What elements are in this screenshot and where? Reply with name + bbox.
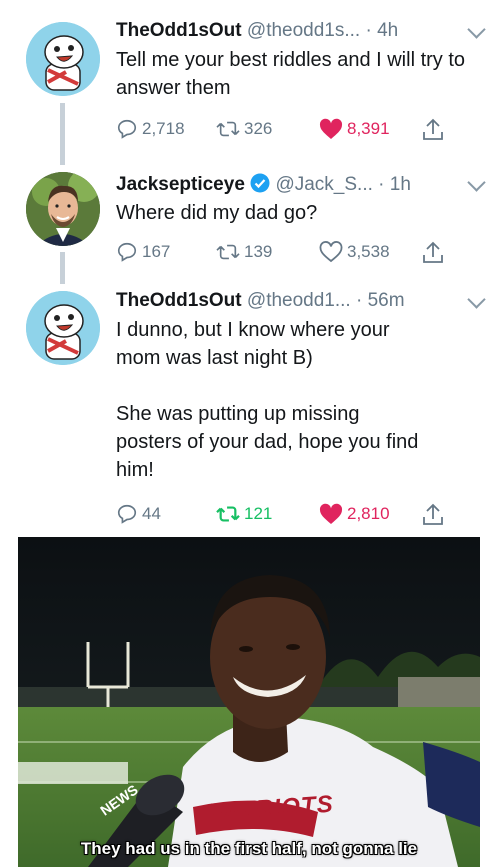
user-handle[interactable]: @theodd1s... [247,20,360,41]
tweet-text-line: I dunno, but I know where your [116,319,390,341]
tweet-text-line: mom was last night B) [116,347,313,369]
user-handle[interactable]: @Jack_S... [275,174,372,195]
retweet-icon [216,244,240,260]
retweet-icon [216,506,240,522]
retweet-button[interactable]: 326 [216,118,272,140]
tweet-actions: 167 139 3,538 [116,241,476,267]
retweet-button[interactable]: 139 [216,241,272,263]
tweet-text: Tell me your best riddles and I will try… [116,49,466,99]
tweet-actions: 44 121 2,810 [116,503,476,529]
user-handle[interactable]: @theodd1... [247,290,351,311]
attached-image[interactable]: NEWS PATRIOTS They had us in the first h… [18,537,480,867]
reply-icon [117,119,137,139]
display-name[interactable]: TheOdd1sOut [116,290,242,311]
reply-button[interactable]: 44 [116,503,161,525]
reply-count: 167 [142,242,171,261]
like-count: 2,810 [347,504,390,523]
reply-count: 44 [142,504,161,523]
avatar[interactable] [26,291,100,365]
like-button[interactable]: 8,391 [319,118,390,140]
timestamp[interactable]: · 56m [356,290,405,311]
retweet-count: 139 [244,242,273,261]
reply-button[interactable]: 2,718 [116,118,185,140]
like-button[interactable]: 2,810 [319,503,390,525]
tweet-3[interactable]: TheOdd1sOut @theodd1... · 56m I dunno, b… [0,280,497,535]
avatar[interactable] [26,22,100,96]
retweet-button[interactable]: 121 [216,503,272,525]
tweet-text-line: posters of your dad, hope you find [116,431,419,453]
like-button[interactable]: 3,538 [319,241,390,263]
share-button[interactable] [422,118,444,142]
heart-icon [319,503,343,524]
meme-caption: They had us in the first half, not gonna… [80,839,418,858]
share-icon [423,241,443,263]
retweet-count: 121 [244,504,273,523]
like-count: 8,391 [347,119,390,138]
tweet-actions: 2,718 326 8,391 [116,118,476,144]
display-name[interactable]: Jacksepticeye [116,174,245,195]
reply-icon [117,504,137,524]
timestamp[interactable]: · 4h [366,20,399,41]
reply-icon [117,242,137,262]
avatar[interactable] [26,172,100,246]
verified-badge-icon [250,173,270,193]
share-icon [423,118,443,140]
tweet-text-line: She was putting up missing [116,403,360,425]
display-name[interactable]: TheOdd1sOut [116,20,242,41]
reply-button[interactable]: 167 [116,241,170,263]
chevron-down-icon[interactable] [467,290,486,309]
chevron-down-icon[interactable] [467,20,486,39]
tweet-text: I dunno, but I know where your mom was l… [116,316,486,484]
chevron-down-icon[interactable] [467,173,486,192]
share-button[interactable] [422,503,444,527]
retweet-icon [216,121,240,137]
timestamp[interactable]: · 1h [378,174,411,195]
like-count: 3,538 [347,242,390,261]
heart-icon [319,241,343,263]
share-button[interactable] [422,241,444,265]
heart-icon [319,118,343,139]
share-icon [423,503,443,525]
reply-count: 2,718 [142,119,185,138]
tweet-1[interactable]: TheOdd1sOut @theodd1s... · 4h Tell me yo… [0,0,497,160]
tweet-text-line [116,372,486,400]
retweet-count: 326 [244,119,273,138]
tweet-text: Where did my dad go? [116,202,318,224]
tweet-text-line: him! [116,459,154,481]
tweet-2[interactable]: Jacksepticeye @Jack_S... · 1h Where did … [0,160,497,280]
